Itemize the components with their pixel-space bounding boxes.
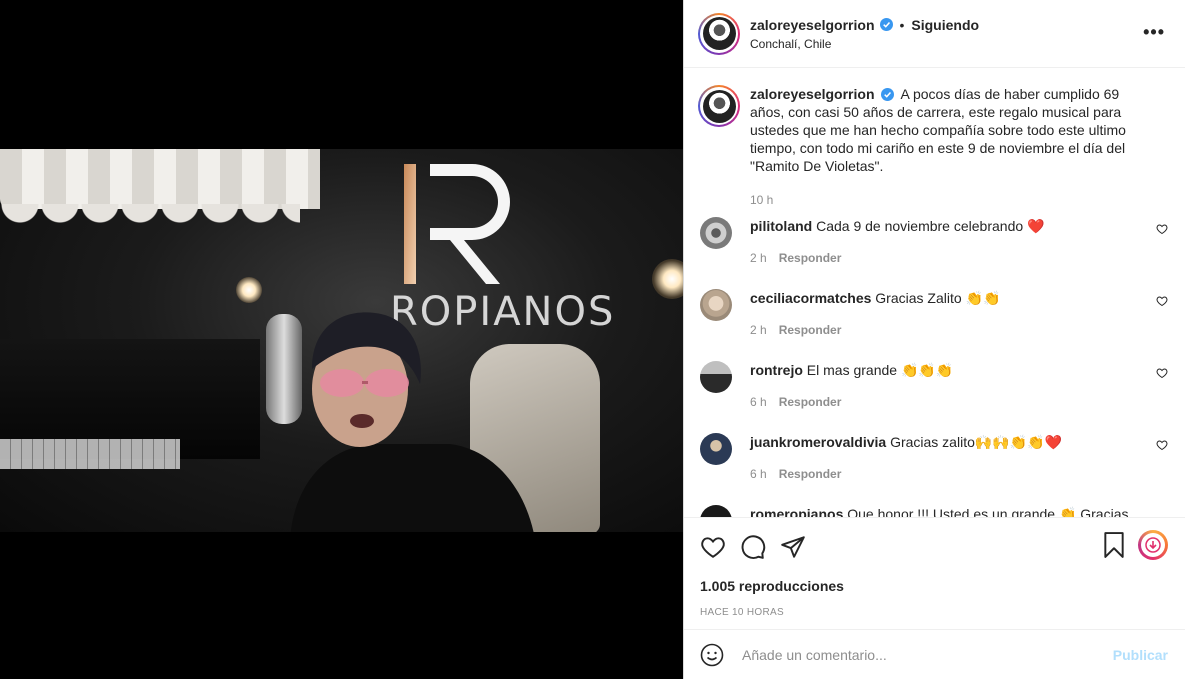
commenter-avatar[interactable] bbox=[700, 361, 732, 393]
post-timestamp[interactable]: HACE 10 HORAS bbox=[684, 594, 1185, 618]
post-modal: ROPIANOS zaloreyeselgorrion • Siguiendo … bbox=[0, 0, 1185, 679]
comment-item: rontrejo El mas grande 👏👏👏 6 h Responder bbox=[700, 361, 1170, 411]
author-info: zaloreyeselgorrion • Siguiendo Conchalí,… bbox=[750, 17, 979, 51]
brand-logo bbox=[404, 164, 510, 284]
comment-text: El mas grande 👏👏👏 bbox=[806, 362, 954, 378]
comment-meta: 6 h Responder bbox=[750, 393, 1130, 411]
comment-meta: 6 h Responder bbox=[750, 465, 1130, 483]
microphone bbox=[266, 314, 302, 424]
comment-item: pilitoland Cada 9 de noviembre celebrand… bbox=[700, 217, 1170, 267]
caption-avatar-ring bbox=[700, 87, 738, 125]
caption-author-avatar[interactable] bbox=[698, 85, 740, 127]
commenter-avatar[interactable] bbox=[700, 289, 732, 321]
more-options-icon[interactable]: ••• bbox=[1143, 22, 1165, 43]
post-caption: zaloreyeselgorrion A pocos días de haber… bbox=[684, 69, 1185, 209]
piano-keys bbox=[0, 439, 180, 469]
action-icons bbox=[684, 518, 1185, 562]
author-avatar-ring bbox=[700, 14, 738, 53]
like-comment-icon[interactable] bbox=[1156, 223, 1168, 235]
video-player[interactable]: ROPIANOS bbox=[0, 149, 683, 532]
comment-item: juankromerovaldivia Gracias zalito🙌🙌👏👏❤️… bbox=[700, 433, 1170, 483]
share-paper-plane-icon[interactable] bbox=[780, 534, 806, 560]
comment-time[interactable]: 6 h bbox=[750, 393, 767, 411]
comment-meta: 2 h Responder bbox=[750, 249, 1130, 267]
comment-text: Gracias Zalito 👏👏 bbox=[875, 290, 1001, 306]
comment-username[interactable]: rontrejo bbox=[750, 362, 803, 378]
comment-username[interactable]: ceciliacormatches bbox=[750, 290, 871, 306]
comment-time[interactable]: 6 h bbox=[750, 465, 767, 483]
verified-badge-icon bbox=[879, 18, 893, 31]
post-location[interactable]: Conchalí, Chile bbox=[750, 37, 979, 51]
studio-light bbox=[652, 259, 683, 299]
reply-button[interactable]: Responder bbox=[779, 321, 842, 339]
like-comment-icon[interactable] bbox=[1156, 367, 1168, 379]
comment-item: romeropianos Que honor !!! Usted es un g… bbox=[700, 505, 1170, 517]
reply-button[interactable]: Responder bbox=[779, 393, 842, 411]
comment-body: pilitoland Cada 9 de noviembre celebrand… bbox=[750, 217, 1130, 267]
separator-dot: • bbox=[899, 16, 905, 33]
media-pane: ROPIANOS bbox=[0, 0, 683, 679]
commenter-avatar[interactable] bbox=[700, 505, 732, 517]
comment-body: romeropianos Que honor !!! Usted es un g… bbox=[750, 505, 1130, 517]
comment-composer: Publicar bbox=[684, 629, 1185, 679]
publish-button[interactable]: Publicar bbox=[1113, 647, 1168, 663]
author-avatar-image bbox=[702, 17, 736, 50]
author-username[interactable]: zaloreyeselgorrion bbox=[750, 17, 875, 33]
comment-time[interactable]: 2 h bbox=[750, 249, 767, 267]
comment-username[interactable]: juankromerovaldivia bbox=[750, 434, 886, 450]
like-heart-icon[interactable] bbox=[700, 534, 726, 560]
download-extension-icon[interactable] bbox=[1138, 530, 1168, 560]
like-comment-icon[interactable] bbox=[1156, 295, 1168, 307]
like-comment-icon[interactable] bbox=[1156, 439, 1168, 451]
view-count[interactable]: 1.005 reproducciones bbox=[684, 562, 1185, 594]
comment-text: Cada 9 de noviembre celebrando ❤️ bbox=[816, 218, 1045, 234]
download-icon-inner bbox=[1141, 533, 1165, 557]
comment-username[interactable]: romeropianos bbox=[750, 506, 843, 517]
caption-avatar-image bbox=[702, 89, 736, 123]
caption-time[interactable]: 10 h bbox=[750, 191, 1150, 209]
comment-body: juankromerovaldivia Gracias zalito🙌🙌👏👏❤️… bbox=[750, 433, 1130, 483]
comment-meta: 2 h Responder bbox=[750, 321, 1130, 339]
following-button[interactable]: Siguiendo bbox=[911, 17, 979, 33]
comment-item: ceciliacormatches Gracias Zalito 👏👏 2 h … bbox=[700, 289, 1170, 339]
reply-button[interactable]: Responder bbox=[779, 249, 842, 267]
verified-badge-icon bbox=[881, 88, 895, 101]
post-actions: 1.005 reproducciones HACE 10 HORAS bbox=[684, 517, 1185, 629]
caption-username[interactable]: zaloreyeselgorrion bbox=[750, 86, 875, 102]
comment-username[interactable]: pilitoland bbox=[750, 218, 812, 234]
bookmark-icon[interactable] bbox=[1102, 532, 1126, 561]
comment-input[interactable] bbox=[742, 646, 1102, 663]
emoji-picker-icon[interactable] bbox=[700, 643, 724, 667]
comment-text: Que honor !!! Usted es un grande 👏 Graci… bbox=[847, 506, 1129, 517]
comment-bubble-icon[interactable] bbox=[740, 534, 766, 560]
comment-body: ceciliacormatches Gracias Zalito 👏👏 2 h … bbox=[750, 289, 1130, 339]
caption-body: zaloreyeselgorrion A pocos días de haber… bbox=[750, 85, 1150, 209]
commenter-avatar[interactable] bbox=[700, 433, 732, 465]
comment-text: Gracias zalito🙌🙌👏👏❤️ bbox=[890, 434, 1063, 450]
author-row: zaloreyeselgorrion • Siguiendo bbox=[750, 17, 979, 33]
comment-time[interactable]: 2 h bbox=[750, 321, 767, 339]
video-curtain bbox=[0, 149, 320, 209]
author-avatar[interactable] bbox=[698, 12, 740, 55]
post-header: zaloreyeselgorrion • Siguiendo Conchalí,… bbox=[684, 0, 1185, 68]
post-details-panel: zaloreyeselgorrion • Siguiendo Conchalí,… bbox=[683, 0, 1185, 679]
comments-list[interactable]: zaloreyeselgorrion A pocos días de haber… bbox=[684, 69, 1185, 517]
commenter-avatar[interactable] bbox=[700, 217, 732, 249]
video-curtain-drape bbox=[0, 204, 300, 234]
reply-button[interactable]: Responder bbox=[779, 465, 842, 483]
comment-body: rontrejo El mas grande 👏👏👏 6 h Responder bbox=[750, 361, 1130, 411]
